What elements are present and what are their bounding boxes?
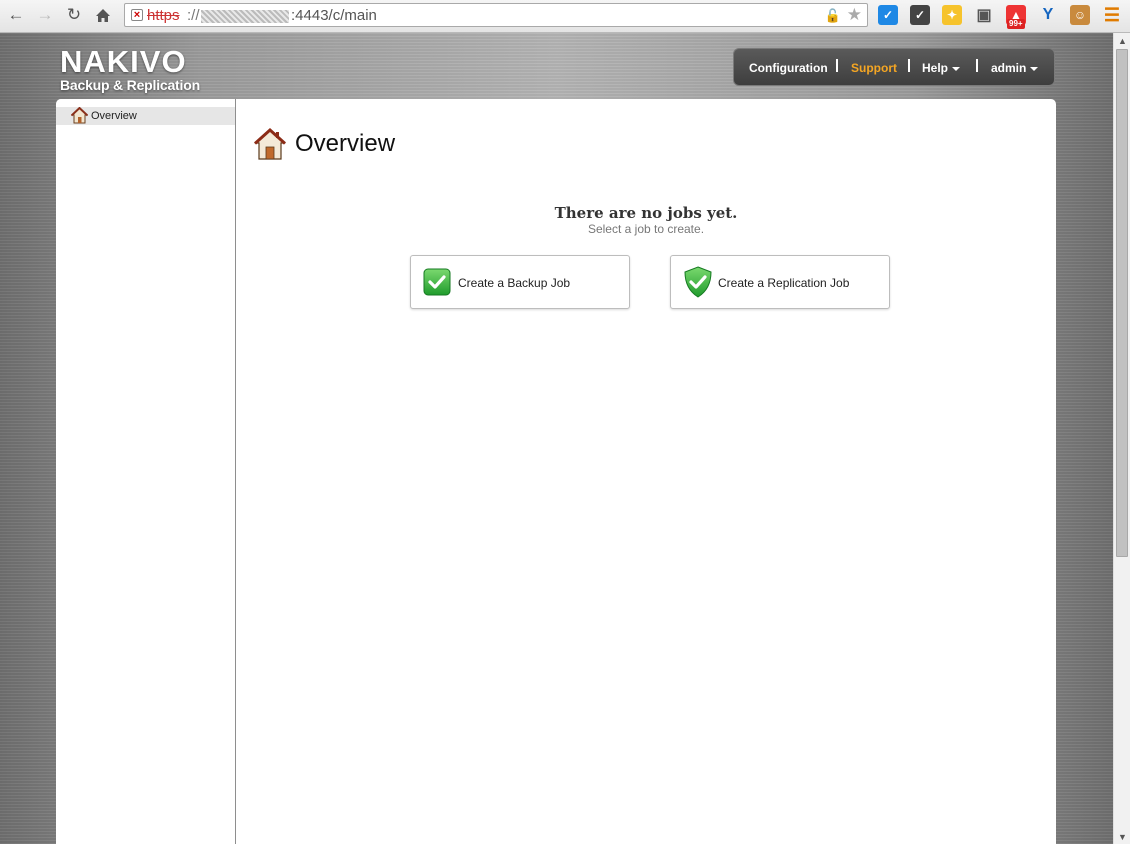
nakivo-logo[interactable]: NAKIVO Backup & Replication [60, 44, 200, 93]
page-title: Overview [295, 130, 396, 157]
create-backup-job-label: Create a Backup Job [458, 276, 571, 290]
menu-help-label: Help [922, 61, 949, 75]
create-backup-job-button[interactable]: Create a Backup Job [410, 255, 630, 309]
cast-icon[interactable]: ▣ [974, 5, 994, 25]
sidebar: Overview [56, 99, 236, 844]
home-icon [253, 127, 287, 160]
menu-user-label: admin [991, 61, 1027, 75]
scrollbar-thumb[interactable] [1116, 49, 1128, 557]
scroll-down-arrow-icon[interactable]: ▼ [1118, 832, 1127, 842]
scroll-up-arrow-icon[interactable]: ▲ [1118, 36, 1127, 46]
page-scrollbar[interactable]: ▲ ▼ [1113, 33, 1130, 844]
create-replication-job-button[interactable]: Create a Replication Job [670, 255, 890, 309]
pocket-extension-icon[interactable]: ✓ [910, 5, 930, 25]
chevron-down-icon [952, 66, 961, 71]
url-path: :4443/c/main [291, 7, 377, 24]
forward-button[interactable]: → [33, 4, 57, 26]
browser-toolbar: ← → ↻ × https :// :4443/c/main 🔓 ★ ✓ ✓ ✦… [0, 0, 1130, 33]
address-bar[interactable]: × https :// :4443/c/main 🔓 ★ [124, 3, 868, 27]
menu-divider [908, 59, 910, 72]
y-extension-icon[interactable]: Y [1038, 5, 1058, 25]
todo-extension-icon[interactable]: ✓ [878, 5, 898, 25]
empty-state-title: There are no jobs yet. [554, 204, 738, 222]
logo-sub-text: Backup & Replication [60, 77, 200, 93]
empty-state-subtitle: Select a job to create. [587, 222, 705, 236]
logo-main-text: NAKIVO [60, 44, 187, 79]
sidebar-item-label: Overview [91, 110, 137, 122]
insecure-lock-icon: × [131, 9, 143, 21]
face-extension-icon[interactable]: ☺ [1070, 5, 1090, 25]
home-button[interactable] [91, 4, 115, 26]
menu-icon[interactable]: ☰ [1102, 5, 1122, 25]
extension-badge: 99+ [1007, 19, 1025, 29]
menu-user[interactable]: admin [991, 61, 1039, 75]
redacted-host [201, 10, 289, 23]
app-background: NAKIVO Backup & Replication Configuratio… [0, 33, 1113, 844]
main-panel: Overview Overview There are no jobs yet.… [56, 99, 1056, 844]
create-replication-job-label: Create a Replication Job [718, 276, 850, 290]
reload-button[interactable]: ↻ [62, 4, 86, 26]
menu-divider [836, 59, 838, 72]
url-separator: :// [187, 7, 200, 24]
unlock-icon[interactable]: 🔓 [825, 8, 841, 24]
chevron-down-icon [1030, 66, 1039, 71]
check-square-icon [423, 268, 451, 296]
puzzle-extension-icon[interactable]: ✦ [942, 5, 962, 25]
menu-support[interactable]: Support [851, 61, 897, 75]
menu-divider [976, 59, 978, 72]
home-icon [96, 8, 110, 22]
bookmark-star-icon[interactable]: ★ [847, 5, 862, 25]
back-button[interactable]: ← [4, 4, 28, 26]
check-shield-icon [684, 266, 712, 298]
content-area: Overview There are no jobs yet. Select a… [236, 99, 1056, 844]
home-icon [71, 107, 88, 124]
sidebar-item-overview[interactable]: Overview [56, 107, 235, 125]
menu-help[interactable]: Help [922, 61, 961, 75]
top-menu: Configuration Support Help admin [733, 48, 1055, 86]
menu-configuration[interactable]: Configuration [749, 61, 828, 75]
url-scheme: https [147, 7, 180, 24]
